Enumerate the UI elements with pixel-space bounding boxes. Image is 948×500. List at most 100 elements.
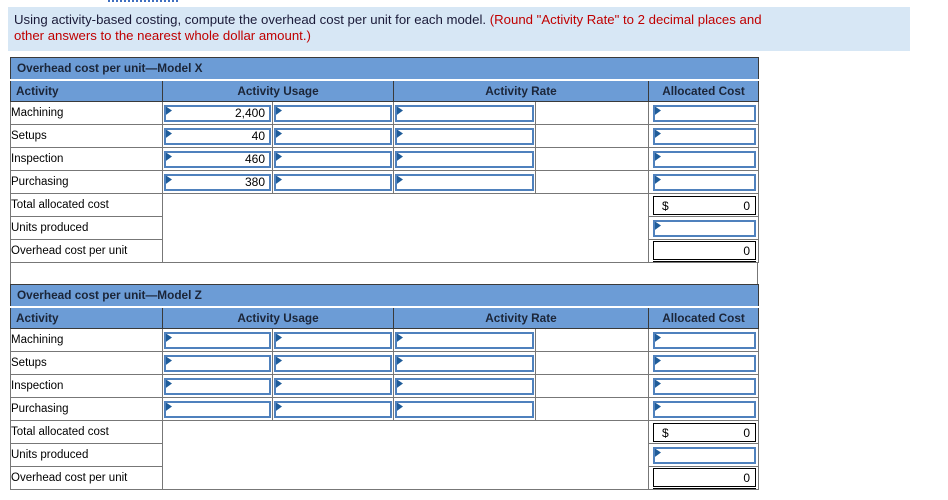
activity-usage-value bbox=[166, 334, 269, 347]
instruction-text: Using activity-based costing, compute th… bbox=[14, 12, 490, 27]
col-header-allocated-cost: Allocated Cost bbox=[647, 79, 760, 102]
activity-rate-input[interactable] bbox=[395, 377, 534, 395]
activity-usage-input[interactable] bbox=[164, 377, 271, 395]
response-flag-icon bbox=[655, 379, 661, 388]
allocated-cost-input[interactable] bbox=[653, 377, 757, 395]
total-allocated-cost-box: $0 bbox=[653, 423, 757, 442]
overhead-per-unit-label: Overhead cost per unit bbox=[10, 466, 163, 490]
response-flag-icon bbox=[655, 356, 661, 365]
currency-symbol: $ bbox=[662, 198, 669, 213]
model-z-table: Overhead cost per unit—Model Z Activity … bbox=[9, 284, 760, 490]
response-flag-icon bbox=[397, 402, 403, 411]
response-flag-icon bbox=[655, 175, 661, 184]
activity-usage-input[interactable]: 460 bbox=[164, 150, 271, 168]
rate-spacer-cell bbox=[535, 124, 649, 148]
response-flag-icon bbox=[276, 175, 282, 184]
total-allocated-label: Total allocated cost bbox=[10, 420, 163, 444]
activity-usage-secondary-input[interactable] bbox=[274, 331, 392, 349]
activity-rate-input[interactable] bbox=[395, 127, 534, 145]
activity-label: Setups bbox=[10, 351, 163, 375]
allocated-cost-input[interactable] bbox=[653, 150, 757, 168]
overhead-per-unit-value: 0 bbox=[743, 243, 751, 258]
activity-usage-input[interactable]: 2,400 bbox=[164, 104, 271, 122]
activity-rate-input[interactable] bbox=[395, 150, 534, 168]
activity-rate-input[interactable] bbox=[395, 173, 534, 191]
col-header-activity: Activity bbox=[10, 79, 163, 102]
response-flag-icon bbox=[655, 402, 661, 411]
response-flag-icon bbox=[655, 221, 661, 230]
response-flag-icon bbox=[655, 333, 661, 342]
activity-usage-value bbox=[166, 357, 269, 370]
activity-usage-input[interactable]: 380 bbox=[164, 173, 271, 191]
activity-label: Inspection bbox=[10, 147, 163, 171]
rate-spacer-cell bbox=[535, 397, 649, 421]
activity-usage-input[interactable] bbox=[164, 354, 271, 372]
worksheet-area: Overhead cost per unit—Model X Activity … bbox=[9, 57, 760, 490]
response-flag-icon bbox=[397, 333, 403, 342]
activity-usage-input[interactable]: 40 bbox=[164, 127, 271, 145]
activity-rate-input[interactable] bbox=[395, 400, 534, 418]
activity-usage-secondary-input[interactable] bbox=[274, 173, 392, 191]
allocated-cost-input[interactable] bbox=[653, 127, 757, 145]
response-flag-icon bbox=[655, 152, 661, 161]
rate-spacer-cell bbox=[535, 170, 649, 194]
activity-rate-input[interactable] bbox=[395, 354, 534, 372]
allocated-cost-input[interactable] bbox=[653, 331, 757, 349]
table-title: Overhead cost per unit—Model X bbox=[9, 57, 760, 81]
allocated-cost-input[interactable] bbox=[653, 173, 757, 191]
table-gap bbox=[10, 263, 758, 284]
rate-spacer-cell bbox=[535, 351, 649, 375]
activity-usage-secondary-input[interactable] bbox=[274, 104, 392, 122]
col-header-activity-rate: Activity Rate bbox=[393, 306, 649, 329]
col-header-allocated-cost: Allocated Cost bbox=[647, 306, 760, 329]
activity-label: Inspection bbox=[10, 374, 163, 398]
activity-usage-secondary-input[interactable] bbox=[274, 354, 392, 372]
overhead-per-unit-label: Overhead cost per unit bbox=[10, 239, 163, 263]
allocated-cost-input[interactable] bbox=[653, 104, 757, 122]
activity-rate-input[interactable] bbox=[395, 331, 534, 349]
table-row: Setups 40 bbox=[10, 124, 760, 148]
model-x-table: Overhead cost per unit—Model X Activity … bbox=[9, 57, 760, 263]
col-header-activity-rate: Activity Rate bbox=[393, 79, 649, 102]
activity-rate-input[interactable] bbox=[395, 104, 534, 122]
activity-usage-value: 380 bbox=[244, 174, 265, 189]
table-row: Machining 2,400 bbox=[10, 101, 760, 125]
activity-usage-value bbox=[166, 403, 269, 416]
response-flag-icon bbox=[655, 129, 661, 138]
activity-label: Purchasing bbox=[10, 170, 163, 194]
currency-symbol: $ bbox=[662, 425, 669, 440]
empty-region bbox=[162, 420, 649, 490]
allocated-cost-input[interactable] bbox=[653, 354, 757, 372]
table-title: Overhead cost per unit—Model Z bbox=[9, 284, 760, 308]
table-row: Inspection bbox=[10, 374, 760, 398]
activity-usage-input[interactable] bbox=[164, 400, 271, 418]
total-allocated-cost-box: $0 bbox=[653, 196, 757, 215]
activity-usage-secondary-input[interactable] bbox=[274, 377, 392, 395]
total-row: Total allocated cost $0 bbox=[10, 193, 760, 263]
activity-usage-value bbox=[166, 380, 269, 393]
table-row: Purchasing bbox=[10, 397, 760, 421]
col-header-activity: Activity bbox=[10, 306, 163, 329]
activity-label: Machining bbox=[10, 101, 163, 125]
rate-spacer-cell bbox=[535, 101, 649, 125]
rate-spacer-cell bbox=[535, 147, 649, 171]
activity-usage-secondary-input[interactable] bbox=[274, 150, 392, 168]
response-flag-icon bbox=[397, 379, 403, 388]
allocated-cost-input[interactable] bbox=[653, 400, 757, 418]
activity-usage-secondary-input[interactable] bbox=[274, 400, 392, 418]
activity-label: Purchasing bbox=[10, 397, 163, 421]
total-allocated-label: Total allocated cost bbox=[10, 193, 163, 217]
units-produced-input[interactable] bbox=[653, 446, 757, 464]
response-flag-icon bbox=[276, 106, 282, 115]
response-flag-icon bbox=[397, 356, 403, 365]
double-underline bbox=[653, 261, 757, 262]
total-allocated-value: 0 bbox=[743, 198, 751, 213]
units-produced-label: Units produced bbox=[10, 216, 163, 240]
activity-usage-secondary-input[interactable] bbox=[274, 127, 392, 145]
table-row: Purchasing 380 bbox=[10, 170, 760, 194]
response-flag-icon bbox=[655, 106, 661, 115]
activity-usage-input[interactable] bbox=[164, 331, 271, 349]
overhead-per-unit-box: 0 bbox=[653, 241, 757, 260]
dotted-link-underline bbox=[108, 0, 178, 3]
units-produced-input[interactable] bbox=[653, 219, 757, 237]
